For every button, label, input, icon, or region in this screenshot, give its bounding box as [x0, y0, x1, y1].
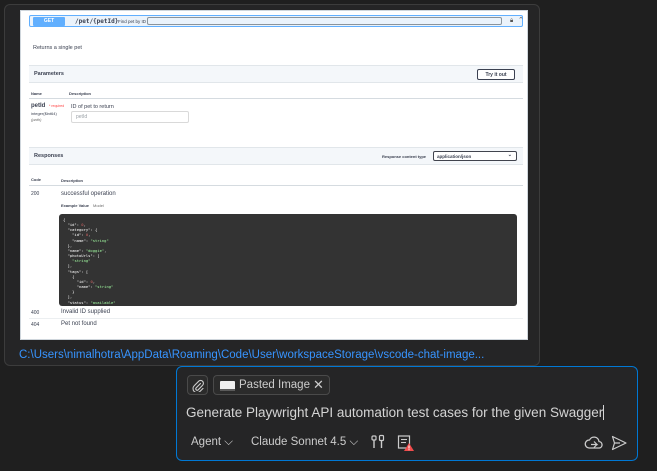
response-content-type-value: application/json — [437, 154, 472, 159]
close-icon[interactable]: ✕ — [313, 377, 324, 393]
responses-header: Responses Response content type applicat… — [29, 147, 523, 165]
example-value-tab: Example Value — [61, 203, 90, 208]
param-input: petId — [71, 111, 189, 123]
image-file-path[interactable]: C:\Users\nimalhotra\AppData\Roaming\Code… — [19, 349, 484, 361]
model-label: Claude Sonnet 4.5 — [251, 436, 347, 448]
text-cursor — [603, 405, 605, 420]
mode-label: Agent — [191, 436, 222, 448]
response-description: Pet not found — [61, 321, 97, 327]
list-warning-icon[interactable] — [397, 434, 415, 457]
chevron-down-icon: ⌵ — [349, 436, 359, 448]
send-icon[interactable] — [611, 435, 627, 456]
response-code: 404 — [31, 322, 40, 328]
model-tab: Model — [93, 203, 104, 208]
chevron-down-icon: ⌵ — [224, 436, 233, 448]
chevron-down-icon: ⌄ — [507, 152, 512, 158]
column-header-description: Description — [69, 91, 92, 96]
response-code: 200 — [31, 191, 40, 197]
param-description: ID of pet to return — [71, 104, 114, 110]
example-json: { "id": 0, "category": { "id": 0, "name"… — [63, 217, 116, 310]
response-content-type-label: Response content type — [382, 154, 427, 159]
example-json-block: { "id": 0, "category": { "id": 0, "name"… — [59, 214, 517, 310]
cloud-send-icon[interactable] — [584, 434, 604, 457]
paperclip-icon — [192, 379, 204, 392]
parameters-title: Parameters — [34, 71, 64, 77]
attach-button[interactable] — [187, 375, 208, 395]
swagger-screenshot: GET /pet/{petId} Find pet by ID 🔒︎ ⌃ Ret… — [20, 10, 528, 340]
response-code: 400 — [31, 310, 40, 316]
lock-icon: 🔒︎ — [510, 18, 514, 24]
response-description: successful operation — [61, 191, 116, 197]
operation-url-box — [147, 17, 502, 25]
divider — [29, 185, 523, 186]
param-location: (path) — [31, 117, 42, 122]
chat-input-box[interactable]: Pasted Image ✕ Generate Playwright API a… — [176, 366, 638, 461]
model-picker[interactable]: Claude Sonnet 4.5 ⌵ — [251, 436, 358, 449]
parameters-header: Parameters Try it out — [29, 65, 523, 83]
prompt-text: Generate Playwright API automation test … — [186, 405, 604, 420]
operation-bar: GET /pet/{petId} Find pet by ID 🔒︎ ⌃ — [29, 15, 524, 27]
param-required: * required — [49, 104, 65, 108]
column-header-response-description: Description — [61, 178, 84, 183]
divider — [29, 318, 523, 319]
operation-summary: Find pet by ID — [118, 19, 147, 24]
divider — [29, 98, 523, 99]
image-icon — [220, 381, 235, 391]
try-it-out-button: Try it out — [477, 69, 515, 80]
responses-title: Responses — [34, 153, 64, 159]
tools-icon[interactable] — [370, 434, 386, 455]
mode-picker[interactable]: Agent ⌵ — [191, 436, 233, 449]
prompt-input[interactable]: Generate Playwright API automation test … — [186, 405, 605, 420]
response-content-type-select: application/json ⌄ — [433, 151, 517, 161]
param-name: petId — [31, 103, 46, 109]
param-type: integer($int64) — [31, 111, 57, 116]
column-header-name: Name — [31, 91, 42, 96]
operation-description: Returns a single pet — [33, 45, 82, 51]
image-preview-popup: GET /pet/{petId} Find pet by ID 🔒︎ ⌃ Ret… — [4, 4, 540, 366]
chevron-up-icon: ⌃ — [518, 17, 524, 24]
attachment-label: Pasted Image — [239, 379, 310, 391]
method-badge: GET — [33, 17, 65, 26]
operation-path: /pet/{petId} — [75, 18, 119, 25]
column-header-code: Code — [31, 177, 41, 182]
response-description: Invalid ID supplied — [61, 309, 111, 315]
attachment-chip[interactable]: Pasted Image ✕ — [213, 375, 330, 395]
